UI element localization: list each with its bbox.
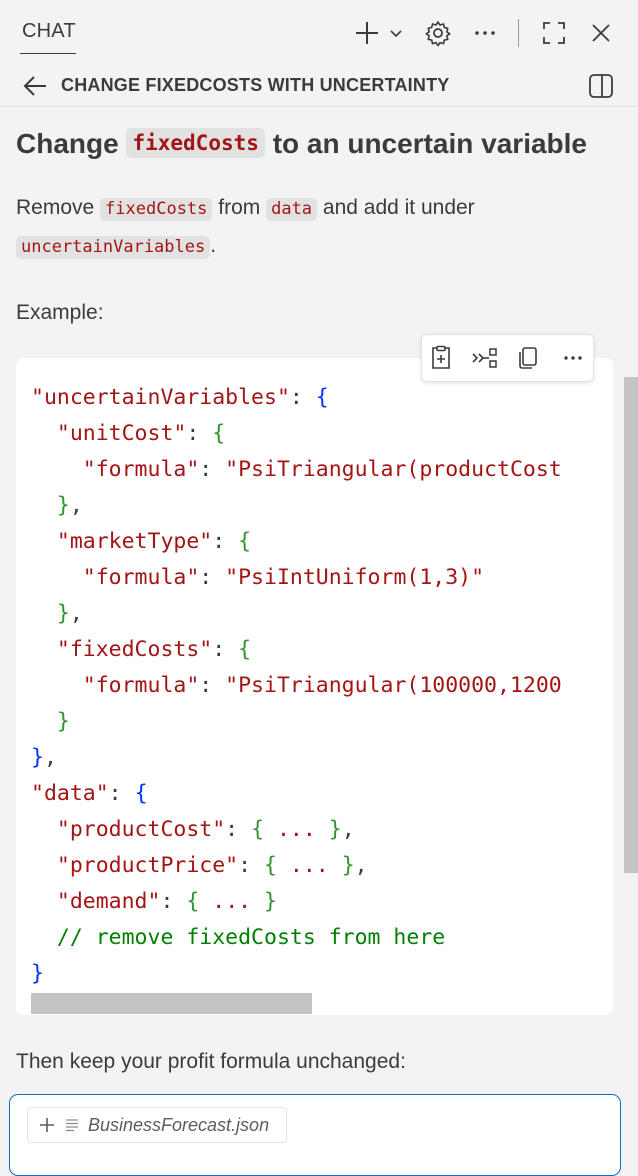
side-panel-icon[interactable]: [587, 72, 615, 105]
file-lines-icon: [64, 1117, 80, 1133]
paragraph: Remove fixedCosts from data and add it u…: [16, 196, 475, 222]
heading-text: Change: [16, 128, 119, 159]
code-block-toolbar: [421, 334, 594, 382]
conversation-title: CHANGE FIXEDCOSTS WITH UNCERTAINTY: [61, 75, 450, 95]
text: .: [210, 234, 217, 257]
heading-text: to an uncertain variable: [272, 128, 588, 159]
inline-code: fixedCosts: [100, 198, 213, 222]
apply-in-editor-icon[interactable]: [470, 343, 500, 373]
toolbar-separator: [518, 19, 519, 47]
paragraph: Then keep your profit formula unchanged:: [16, 1050, 406, 1073]
gear-icon[interactable]: [422, 17, 454, 49]
more-icon[interactable]: [470, 17, 500, 49]
chat-tab[interactable]: CHAT: [22, 20, 76, 43]
top-bar: CHAT: [0, 0, 638, 66]
maximize-icon[interactable]: [538, 17, 570, 49]
response-heading: Change fixedCosts to an uncertain variab…: [16, 128, 587, 161]
insert-at-cursor-icon[interactable]: [426, 343, 456, 373]
conversation-title-bar: CHANGE FIXEDCOSTS WITH UNCERTAINTY: [0, 66, 638, 107]
back-arrow-icon[interactable]: [22, 73, 48, 104]
chevron-down-icon[interactable]: [386, 17, 406, 49]
vertical-scrollbar[interactable]: [624, 377, 638, 873]
code-block[interactable]: "uncertainVariables": { "unitCost": { "f…: [16, 358, 613, 1015]
text: Remove: [16, 196, 95, 219]
active-tab-indicator: [20, 53, 76, 54]
copy-icon[interactable]: [513, 343, 543, 373]
text: and add it under: [322, 196, 475, 219]
more-icon[interactable]: [558, 343, 588, 373]
add-context-icon[interactable]: [38, 1116, 56, 1134]
code-content: "uncertainVariables": { "unitCost": { "f…: [31, 385, 562, 986]
inline-code: data: [266, 198, 318, 222]
attached-file-chip[interactable]: BusinessForecast.json: [27, 1107, 287, 1143]
close-icon[interactable]: [586, 17, 616, 49]
attached-file-name: BusinessForecast.json: [88, 1114, 270, 1135]
example-label: Example:: [16, 301, 104, 324]
inline-code: fixedCosts: [126, 128, 265, 159]
horizontal-scrollbar[interactable]: [31, 993, 312, 1014]
chat-input-box[interactable]: BusinessForecast.json: [9, 1094, 621, 1176]
inline-code: uncertainVariables: [16, 236, 211, 260]
plus-icon[interactable]: [352, 17, 382, 49]
paragraph: uncertainVariables.: [16, 234, 217, 260]
text: from: [218, 196, 261, 219]
